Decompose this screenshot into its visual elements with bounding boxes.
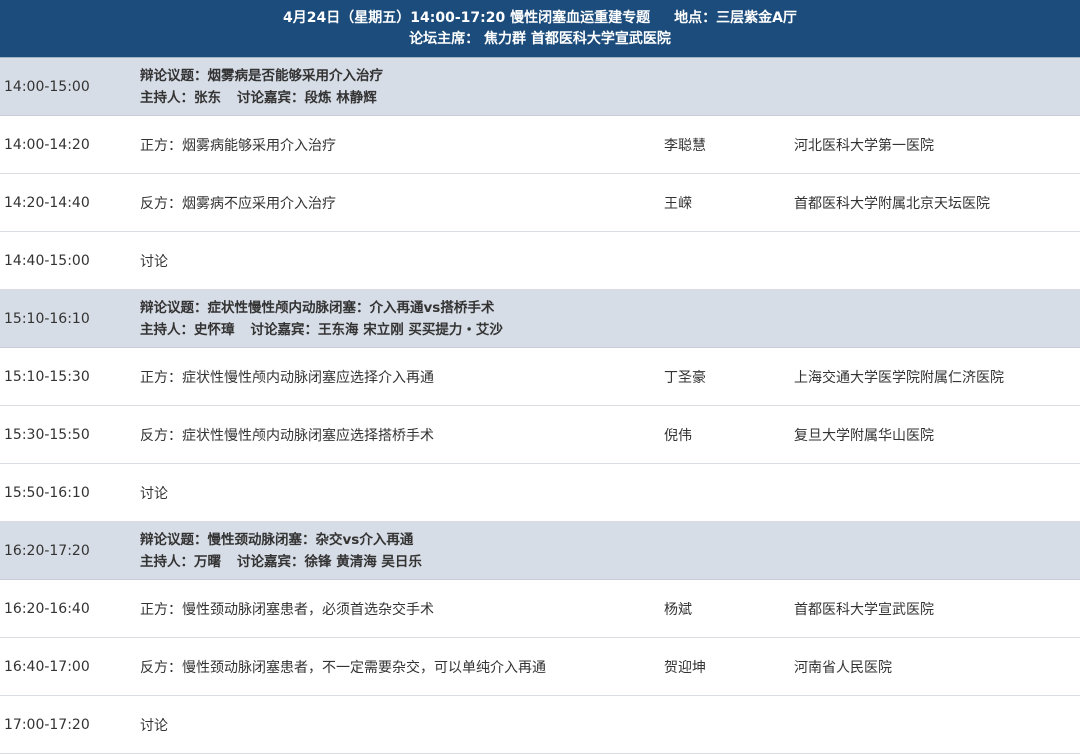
section-guests: 讨论嘉宾：徐锋 黄清海 吴日乐 <box>237 553 422 570</box>
section-host: 主持人：史怀璋 <box>140 321 235 338</box>
section-row: 15:10-16:10 辩论议题：症状性慢性颅内动脉闭塞：介入再通vs搭桥手术 … <box>0 290 1080 348</box>
item-speaker: 王嵘 <box>664 195 692 212</box>
table-row: 14:20-14:40 反方：烟雾病不应采用介入治疗 王嵘 首都医科大学附属北京… <box>0 174 1080 232</box>
section-info: 辩论议题：烟雾病是否能够采用介入治疗 主持人：张东 讨论嘉宾：段炼 林静辉 <box>140 65 1080 109</box>
section-row: 16:20-17:20 辩论议题：慢性颈动脉闭塞：杂交vs介入再通 主持人：万曙… <box>0 522 1080 580</box>
table-row: 17:00-17:20 讨论 <box>0 696 1080 754</box>
item-topic: 讨论 <box>140 485 168 502</box>
item-time: 15:50-16:10 <box>4 484 90 501</box>
header-date-title: 4月24日（星期五）14:00-17:20 慢性闭塞血运重建专题 <box>283 9 651 26</box>
table-row: 16:40-17:00 反方：慢性颈动脉闭塞患者，不一定需要杂交，可以单纯介入再… <box>0 638 1080 696</box>
section-hosts: 主持人：史怀璋 讨论嘉宾：王东海 宋立刚 买买提力・艾沙 <box>140 319 1080 341</box>
section-host: 主持人：万曙 <box>140 553 221 570</box>
section-hosts: 主持人：张东 讨论嘉宾：段炼 林静辉 <box>140 87 1080 109</box>
section-time: 15:10-16:10 <box>4 310 90 327</box>
item-time: 16:40-17:00 <box>4 658 90 675</box>
item-time: 14:40-15:00 <box>4 252 90 269</box>
item-speaker: 李聪慧 <box>664 137 706 154</box>
section-host: 主持人：张东 <box>140 89 221 106</box>
item-org: 河南省人民医院 <box>794 659 892 676</box>
item-speaker: 杨斌 <box>664 601 692 618</box>
item-topic: 反方：症状性慢性颅内动脉闭塞应选择搭桥手术 <box>140 427 434 444</box>
section-hosts: 主持人：万曙 讨论嘉宾：徐锋 黄清海 吴日乐 <box>140 551 1080 573</box>
item-time: 16:20-16:40 <box>4 600 90 617</box>
item-speaker: 丁圣豪 <box>664 369 706 386</box>
item-time: 15:30-15:50 <box>4 426 90 443</box>
section-guests: 讨论嘉宾：段炼 林静辉 <box>237 89 377 106</box>
item-org: 复旦大学附属华山医院 <box>794 427 934 444</box>
item-topic: 讨论 <box>140 717 168 734</box>
item-topic: 正方：症状性慢性颅内动脉闭塞应选择介入再通 <box>140 369 434 386</box>
section-topic: 辩论议题：慢性颈动脉闭塞：杂交vs介入再通 <box>140 531 414 548</box>
forum-header: 4月24日（星期五）14:00-17:20 慢性闭塞血运重建专题 地点：三层紫金A… <box>0 0 1080 58</box>
item-org: 首都医科大学宣武医院 <box>794 601 934 618</box>
section-info: 辩论议题：症状性慢性颅内动脉闭塞：介入再通vs搭桥手术 主持人：史怀璋 讨论嘉宾：… <box>140 297 1080 341</box>
section-topic: 辩论议题：症状性慢性颅内动脉闭塞：介入再通vs搭桥手术 <box>140 299 495 316</box>
header-chair: 论坛主席： 焦力群 首都医科大学宣武医院 <box>409 30 671 47</box>
item-topic: 正方：慢性颈动脉闭塞患者，必须首选杂交手术 <box>140 601 434 618</box>
item-speaker: 倪伟 <box>664 427 692 444</box>
item-topic: 讨论 <box>140 253 168 270</box>
item-topic: 反方：慢性颈动脉闭塞患者，不一定需要杂交，可以单纯介入再通 <box>140 659 546 676</box>
item-org: 上海交通大学医学院附属仁济医院 <box>794 369 1004 386</box>
section-time: 14:00-15:00 <box>4 78 90 95</box>
section-row: 14:00-15:00 辩论议题：烟雾病是否能够采用介入治疗 主持人：张东 讨论嘉… <box>0 58 1080 116</box>
item-time: 15:10-15:30 <box>4 368 90 385</box>
section-topic: 辩论议题：烟雾病是否能够采用介入治疗 <box>140 67 383 84</box>
item-org: 河北医科大学第一医院 <box>794 137 934 154</box>
table-row: 15:50-16:10 讨论 <box>0 464 1080 522</box>
item-topic: 正方：烟雾病能够采用介入治疗 <box>140 137 336 154</box>
table-row: 15:30-15:50 反方：症状性慢性颅内动脉闭塞应选择搭桥手术 倪伟 复旦大… <box>0 406 1080 464</box>
section-info: 辩论议题：慢性颈动脉闭塞：杂交vs介入再通 主持人：万曙 讨论嘉宾：徐锋 黄清海 … <box>140 529 1080 573</box>
item-time: 17:00-17:20 <box>4 716 90 733</box>
item-speaker: 贺迎坤 <box>664 659 706 676</box>
item-topic: 反方：烟雾病不应采用介入治疗 <box>140 195 336 212</box>
section-guests: 讨论嘉宾：王东海 宋立刚 买买提力・艾沙 <box>250 321 503 338</box>
table-row: 16:20-16:40 正方：慢性颈动脉闭塞患者，必须首选杂交手术 杨斌 首都医… <box>0 580 1080 638</box>
table-row: 14:00-14:20 正方：烟雾病能够采用介入治疗 李聪慧 河北医科大学第一医… <box>0 116 1080 174</box>
item-time: 14:00-14:20 <box>4 136 90 153</box>
table-row: 14:40-15:00 讨论 <box>0 232 1080 290</box>
table-row: 15:10-15:30 正方：症状性慢性颅内动脉闭塞应选择介入再通 丁圣豪 上海… <box>0 348 1080 406</box>
schedule-table: 4月24日（星期五）14:00-17:20 慢性闭塞血运重建专题 地点：三层紫金A… <box>0 0 1080 754</box>
header-location: 地点：三层紫金A厅 <box>674 9 797 26</box>
item-org: 首都医科大学附属北京天坛医院 <box>794 195 990 212</box>
section-time: 16:20-17:20 <box>4 542 90 559</box>
header-line-1: 4月24日（星期五）14:00-17:20 慢性闭塞血运重建专题 地点：三层紫金A… <box>283 8 797 29</box>
item-time: 14:20-14:40 <box>4 194 90 211</box>
